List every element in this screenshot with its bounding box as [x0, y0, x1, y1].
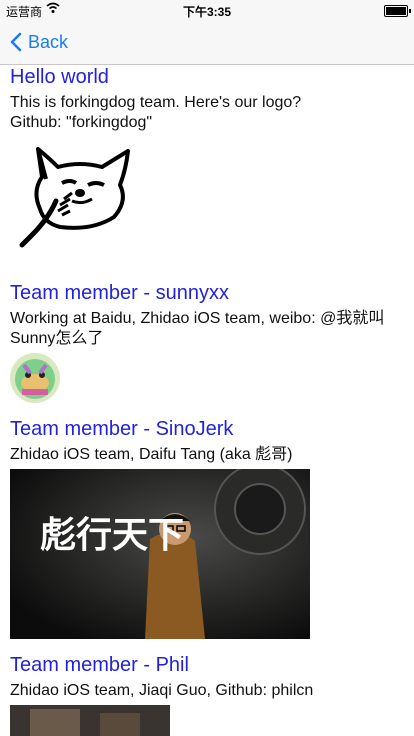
- status-bar: 运营商 下午3:35: [0, 0, 414, 20]
- list-item[interactable]: Team member - Phil Zhidao iOS team, Jiaq…: [0, 653, 414, 736]
- cell-title: Team member - SinoJerk: [10, 418, 234, 440]
- list-item[interactable]: Team member - sunnyxx Working at Baidu, …: [0, 281, 414, 403]
- list-item[interactable]: Team member - SinoJerk Zhidao iOS team, …: [0, 417, 414, 639]
- feed-list[interactable]: Hello world This is forkingdog team. Her…: [0, 65, 414, 736]
- team-photo: [10, 705, 170, 736]
- list-item[interactable]: Hello world This is forkingdog team. Her…: [0, 65, 414, 257]
- back-button[interactable]: Back: [10, 30, 68, 54]
- chevron-left-icon: [10, 32, 22, 52]
- dog-logo-image: [10, 139, 132, 257]
- back-label: Back: [28, 31, 69, 52]
- avatar: [10, 353, 60, 403]
- battery-icon: [384, 5, 411, 17]
- cell-title: Hello world: [10, 66, 109, 88]
- time-label: 下午3:35: [182, 5, 232, 19]
- photo-caption: 彪行天下: [40, 515, 184, 556]
- cell-body: Zhidao iOS team, Daifu Tang (aka 彪哥): [10, 446, 293, 463]
- cell-title: Team member - sunnyxx: [10, 282, 229, 304]
- team-photo: 彪行天下: [10, 463, 310, 639]
- cell-body: Working at Baidu, Zhidao iOS team, weibo…: [10, 310, 385, 347]
- navigation-bar: Back: [0, 20, 414, 65]
- cell-title: Team member - Phil: [10, 654, 189, 676]
- cell-body: This is forkingdog team. Here's our logo…: [10, 94, 302, 131]
- cell-body: Zhidao iOS team, Jiaqi Guo, Github: phil…: [10, 682, 314, 699]
